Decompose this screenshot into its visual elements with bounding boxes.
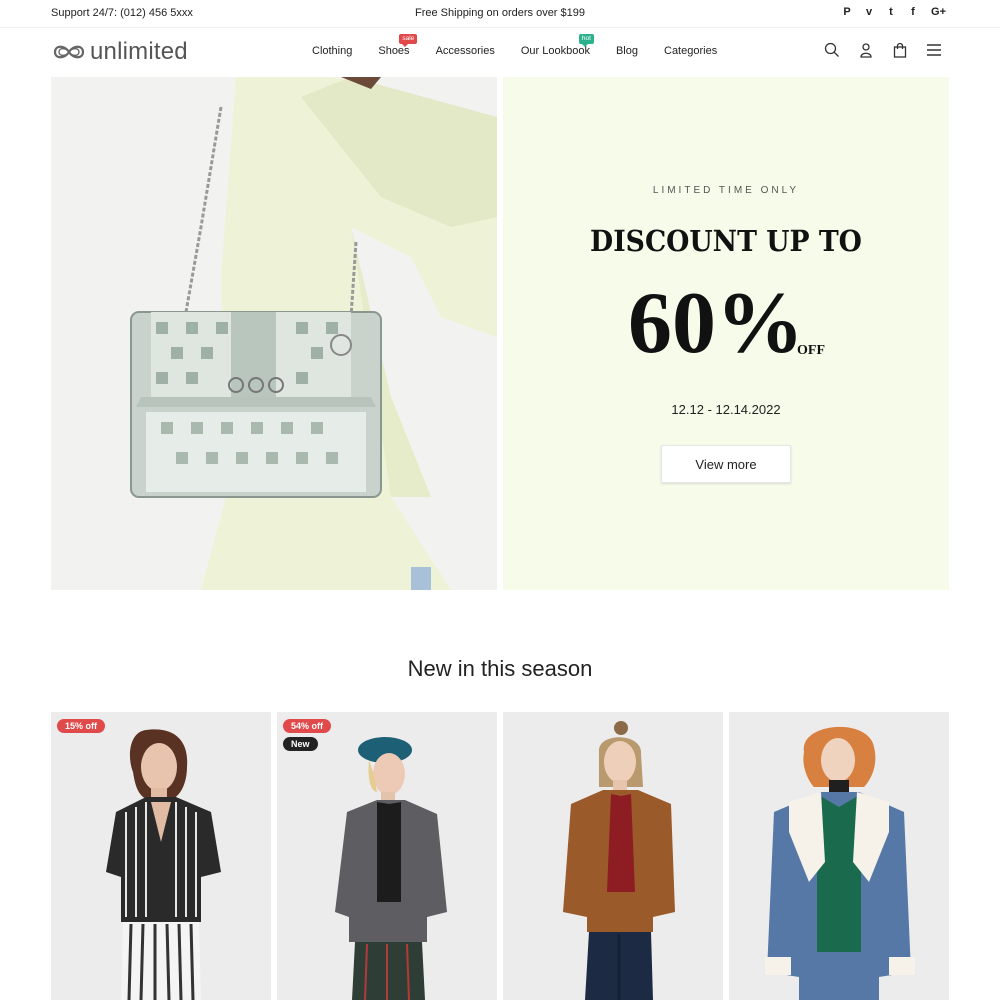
nav-label: Accessories xyxy=(435,45,495,57)
site-header: unlimited Clothing Shoes sale Accessorie… xyxy=(0,28,1000,76)
hero-image xyxy=(51,77,497,590)
nav-item-categories[interactable]: Categories xyxy=(664,45,717,57)
hot-badge: hot xyxy=(578,34,594,47)
menu-icon[interactable] xyxy=(926,43,942,57)
promo-panel: LIMITED TIME ONLY DISCOUNT UP TO 60% OFF… xyxy=(503,77,949,590)
product-image xyxy=(503,712,723,1000)
product-image xyxy=(729,712,949,1000)
user-icon[interactable] xyxy=(858,42,874,58)
search-icon[interactable] xyxy=(824,42,840,58)
main-nav: Clothing Shoes sale Accessories Our Look… xyxy=(312,34,717,57)
product-card[interactable] xyxy=(729,712,949,1000)
logo-text: unlimited xyxy=(90,38,188,65)
view-more-button[interactable]: View more xyxy=(661,445,791,483)
new-tag: New xyxy=(283,737,318,751)
nav-item-clothing[interactable]: Clothing xyxy=(312,45,352,57)
product-image xyxy=(51,712,271,1000)
nav-item-lookbook[interactable]: Our Lookbook hot xyxy=(520,34,594,57)
top-bar: Support 24/7: (012) 456 5xxx Free Shippi… xyxy=(0,0,1000,28)
nav-label: Categories xyxy=(664,45,718,57)
logo[interactable]: unlimited xyxy=(51,38,188,66)
social-links: P v t f G+ xyxy=(843,6,946,18)
nav-label: Blog xyxy=(615,45,638,57)
section-title: New in this season xyxy=(407,656,593,681)
product-image xyxy=(277,712,497,1000)
promo-headline: DISCOUNT UP TO xyxy=(590,224,862,258)
twitter-icon[interactable]: t xyxy=(887,6,895,18)
nav-item-shoes[interactable]: Shoes sale xyxy=(378,34,418,57)
facebook-icon[interactable]: f xyxy=(909,6,917,18)
vimeo-icon[interactable]: v xyxy=(865,6,873,18)
bag-icon[interactable] xyxy=(892,42,908,58)
product-card[interactable]: 15% off xyxy=(51,712,271,1000)
google-plus-icon[interactable]: G+ xyxy=(931,6,946,18)
promo-off: OFF xyxy=(797,343,825,358)
pinterest-icon[interactable]: P xyxy=(843,6,851,18)
sale-badge: sale xyxy=(399,34,418,47)
product-card[interactable] xyxy=(503,712,723,1000)
infinity-logo-icon xyxy=(53,45,85,59)
discount-tag: 54% off xyxy=(283,719,332,733)
promo-kicker: LIMITED TIME ONLY xyxy=(652,185,800,196)
nav-label: Our Lookbook xyxy=(520,45,590,57)
promo-dates: 12.12 - 12.14.2022 xyxy=(671,402,781,417)
nav-item-blog[interactable]: Blog xyxy=(616,45,638,57)
nav-label: Clothing xyxy=(312,45,353,57)
hero-photo-illustration xyxy=(51,77,497,590)
header-icons xyxy=(824,42,942,58)
product-card[interactable]: 54% off New xyxy=(277,712,497,1000)
nav-item-accessories[interactable]: Accessories xyxy=(436,45,495,57)
promo-percent: 60% xyxy=(628,275,804,372)
discount-tag: 15% off xyxy=(57,719,106,733)
